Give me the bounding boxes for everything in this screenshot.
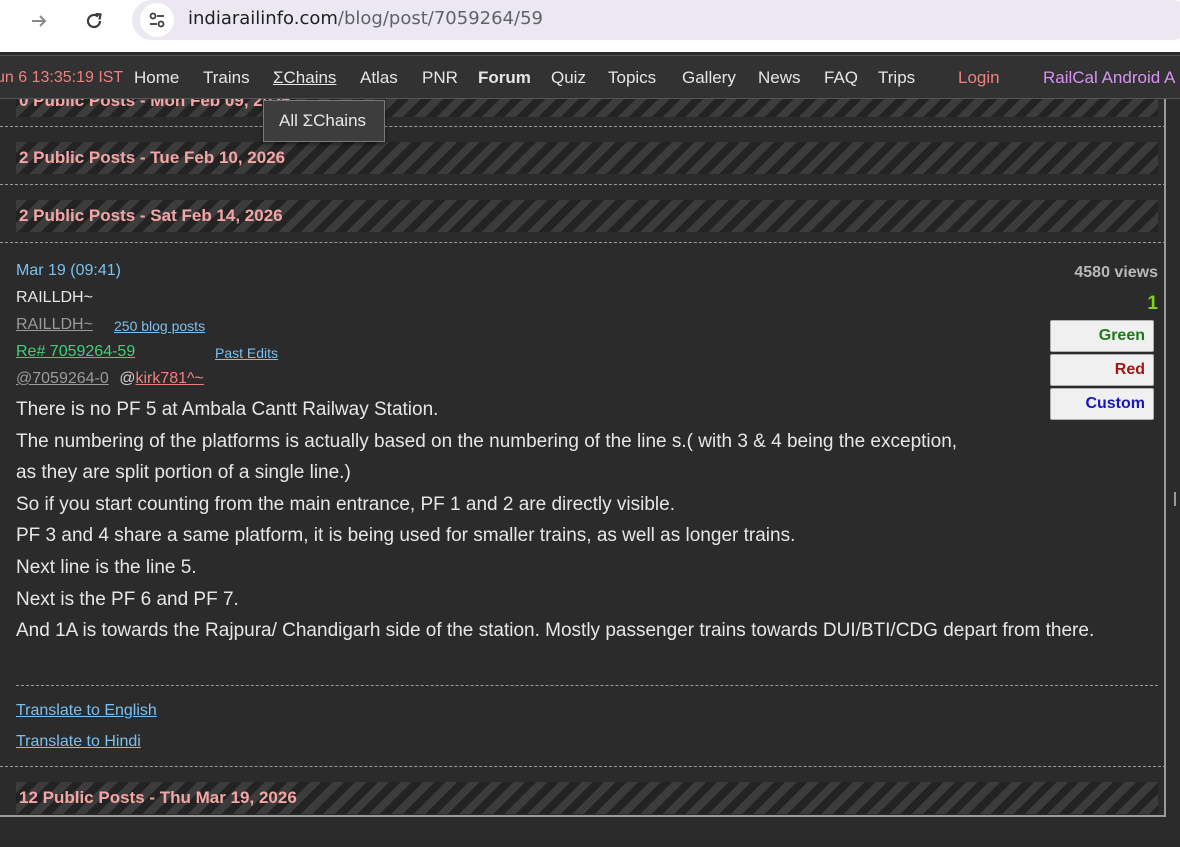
date-band-feb14[interactable]: 2 Public Posts - Sat Feb 14, 2026 (16, 200, 1158, 232)
vote-score: 1 (1147, 293, 1158, 314)
nav-news[interactable]: News (758, 68, 801, 88)
url-path: /blog/post/7059264/59 (337, 8, 543, 29)
date-band-label: 12 Public Posts - Thu Mar 19, 2026 (19, 788, 297, 807)
reply-reference: @7059264-0 @kirk781^~ (16, 370, 204, 388)
past-edits-link[interactable]: Past Edits (215, 345, 278, 361)
divider (0, 126, 1164, 127)
divider (0, 766, 1164, 767)
browser-toolbar: indiarailinfo.com/blog/post/7059264/59 (0, 0, 1180, 52)
translate-english-link[interactable]: Translate to English (16, 702, 157, 720)
blog-posts-link[interactable]: 250 blog posts (114, 318, 205, 334)
site-menu: un 6 13:35:19 IST Home Trains ΣChains At… (0, 55, 1180, 99)
forward-icon[interactable] (24, 6, 54, 36)
post-number-link[interactable]: Re# 7059264-59 (16, 343, 135, 361)
url-host: indiarailinfo.com (188, 8, 338, 29)
divider (16, 685, 1158, 686)
reply-post-link[interactable]: @7059264-0 (16, 370, 109, 387)
chains-dropdown: All ΣChains (263, 100, 385, 142)
dropdown-all-chains[interactable]: All ΣChains (279, 111, 366, 131)
reload-icon[interactable] (79, 6, 109, 36)
address-bar[interactable]: indiarailinfo.com/blog/post/7059264/59 (132, 0, 1180, 40)
post-username: RAILLDH~ (16, 289, 93, 306)
server-clock: un 6 13:35:19 IST (0, 69, 124, 86)
date-band-mar19[interactable]: 12 Public Posts - Thu Mar 19, 2026 (16, 782, 1158, 814)
url-text: indiarailinfo.com/blog/post/7059264/59 (188, 8, 543, 29)
nav-home[interactable]: Home (134, 68, 179, 88)
site-settings-icon[interactable] (140, 3, 174, 37)
window-resize-handle[interactable] (1174, 492, 1180, 506)
railcal-android-link[interactable]: RailCal Android A (1043, 68, 1175, 88)
login-link[interactable]: Login (958, 68, 1000, 88)
forum-post: Mar 19 (09:41) RAILLDH~ RAILLDH~ 250 blo… (16, 258, 1158, 678)
post-line: And 1A is towards the Rajpura/ Chandigar… (16, 620, 1095, 642)
date-band-label: 2 Public Posts - Sat Feb 14, 2026 (19, 206, 283, 225)
nav-atlas[interactable]: Atlas (360, 68, 398, 88)
translate-hindi-link[interactable]: Translate to Hindi (16, 733, 141, 751)
vote-green-button[interactable]: Green (1050, 320, 1154, 352)
nav-faq[interactable]: FAQ (824, 68, 858, 88)
divider (0, 242, 1164, 243)
nav-trips[interactable]: Trips (878, 68, 915, 88)
author-profile-link[interactable]: RAILLDH~ (16, 316, 93, 334)
mention-user-link[interactable]: kirk781^~ (135, 370, 203, 387)
nav-gallery[interactable]: Gallery (682, 68, 736, 88)
nav-trains[interactable]: Trains (203, 68, 250, 88)
post-line: The numbering of the platforms is actual… (16, 430, 958, 484)
post-body: There is no PF 5 at Ambala Cantt Railway… (16, 394, 1156, 647)
nav-topics[interactable]: Topics (608, 68, 656, 88)
vote-red-button[interactable]: Red (1050, 354, 1154, 386)
nav-chains[interactable]: ΣChains (273, 68, 336, 88)
post-line: PF 3 and 4 share a same platform, it is … (16, 525, 796, 547)
post-line: There is no PF 5 at Ambala Cantt Railway… (16, 399, 439, 420)
nav-pnr[interactable]: PNR (422, 68, 458, 88)
mention-prefix: @ (119, 370, 136, 387)
post-line: Next is the PF 6 and PF 7. (16, 588, 239, 610)
post-line: So if you start counting from the main e… (16, 493, 675, 515)
nav-quiz[interactable]: Quiz (551, 68, 586, 88)
divider (0, 184, 1164, 185)
view-count: 4580 views (1074, 264, 1158, 281)
nav-forum[interactable]: Forum (478, 68, 531, 88)
date-band-label: 2 Public Posts - Tue Feb 10, 2026 (19, 148, 286, 167)
date-band-feb10[interactable]: 2 Public Posts - Tue Feb 10, 2026 (16, 142, 1158, 174)
vote-custom-button[interactable]: Custom (1050, 388, 1154, 420)
date-band-partial[interactable]: 0 Public Posts - Mon Feb 09, 2026 (16, 99, 1158, 117)
post-line: Next line is the line 5. (16, 556, 197, 578)
date-band-label: 0 Public Posts - Mon Feb 09, 2026 (19, 99, 292, 110)
post-timestamp[interactable]: Mar 19 (09:41) (16, 262, 121, 280)
